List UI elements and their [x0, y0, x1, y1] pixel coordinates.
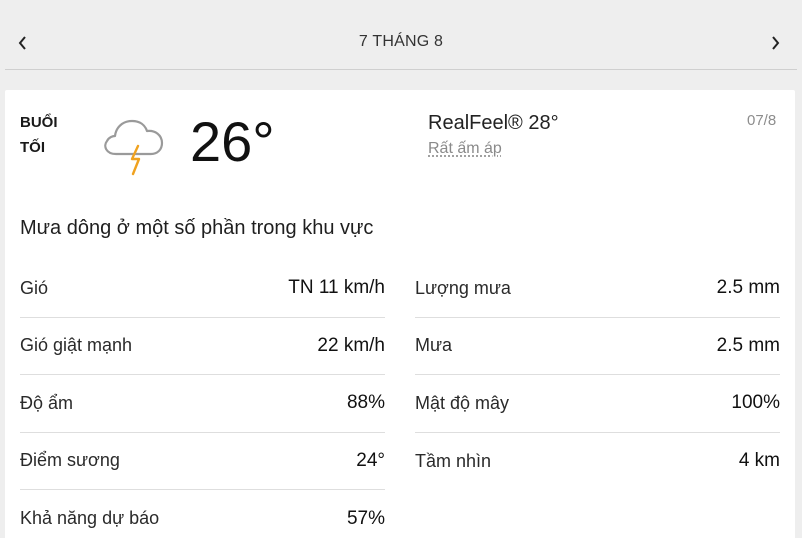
detail-row-precipitation: Lượng mưa 2.5 mm	[415, 260, 780, 318]
detail-row-wind-gusts: Gió giật mạnh 22 km/h	[20, 318, 385, 375]
detail-label: Khả năng dự báo	[20, 508, 160, 529]
detail-value: 24°	[356, 449, 385, 471]
detail-value: 88%	[346, 392, 385, 414]
detail-value: 57%	[346, 507, 385, 529]
detail-value: TN 11 km/h	[288, 277, 385, 299]
detail-label: Tầm nhìn	[415, 450, 492, 471]
detail-row-humidity: Độ ẩm 88%	[20, 375, 385, 433]
detail-row-wind: Gió TN 11 km/h	[20, 260, 385, 318]
detail-label: Mưa	[415, 335, 453, 356]
detail-value: 22 km/h	[317, 334, 385, 356]
day-period-line2: TỐI	[20, 139, 45, 156]
next-day-button[interactable]	[765, 30, 785, 56]
detail-value: 100%	[731, 392, 780, 414]
thunderstorm-cloud-icon	[104, 119, 164, 176]
date-title: 7 THÁNG 8	[358, 33, 444, 50]
detail-label: Gió giật mạnh	[20, 335, 133, 356]
realfeel-phrase[interactable]: Rất ấm áp	[428, 140, 502, 158]
detail-label: Gió	[20, 277, 49, 298]
current-temperature: 26°	[190, 110, 275, 173]
day-period-line1: BUỔI	[20, 114, 58, 131]
detail-label: Mật độ mây	[415, 392, 510, 413]
detail-label: Điểm sương	[20, 450, 120, 471]
detail-row-probability: Khả năng dự báo 57%	[20, 490, 385, 538]
details-left-column: Gió TN 11 km/h Gió giật mạnh 22 km/h Độ …	[20, 260, 385, 538]
day-period: BUỔI TỐI	[20, 110, 58, 160]
details-right-column: Lượng mưa 2.5 mm Mưa 2.5 mm Mật độ mây 1…	[415, 260, 780, 490]
date-navigation-bar: 7 THÁNG 8	[0, 0, 802, 70]
weather-phrase: Mưa dông ở một số phần trong khu vực	[20, 217, 374, 239]
forecast-card: BUỔI TỐI 26° RealFeel® 28° Rất ấm áp 07/…	[5, 90, 795, 538]
detail-label: Độ ẩm	[20, 392, 74, 413]
detail-value: 2.5 mm	[716, 277, 780, 299]
detail-row-dew-point: Điểm sương 24°	[20, 433, 385, 490]
detail-label: Lượng mưa	[415, 277, 511, 298]
realfeel-temperature: RealFeel® 28°	[428, 112, 559, 134]
detail-row-rain: Mưa 2.5 mm	[415, 318, 780, 375]
header-divider	[5, 69, 797, 70]
detail-row-cloud-cover: Mật độ mây 100%	[415, 375, 780, 433]
detail-value: 4 km	[738, 450, 780, 472]
short-date: 07/8	[747, 112, 777, 129]
detail-value: 2.5 mm	[716, 334, 780, 356]
chevron-right-icon	[772, 36, 780, 50]
detail-row-visibility: Tầm nhìn 4 km	[415, 433, 780, 491]
